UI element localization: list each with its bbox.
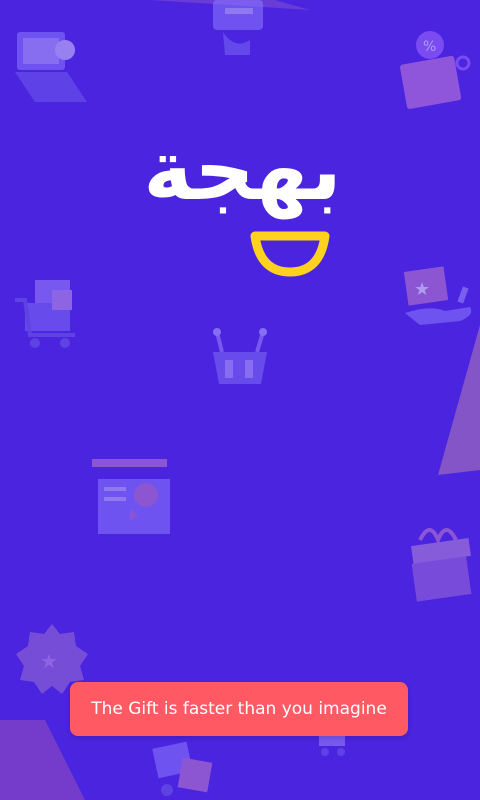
laptop-icon xyxy=(15,32,87,102)
tagline-toast: The Gift is faster than you imagine xyxy=(70,682,408,736)
splash-screen: % ★ ★ بهجة The Gift is faster than you i… xyxy=(0,0,480,800)
logo-text: بهجة xyxy=(143,121,342,219)
shopping-cart-icon xyxy=(15,280,75,348)
svg-text:%: % xyxy=(423,39,436,55)
delivery-icon xyxy=(152,741,213,796)
web-shop-icon xyxy=(92,459,170,534)
gift-card-hand-icon: ★ xyxy=(403,266,472,325)
app-logo: بهجة xyxy=(105,115,380,277)
svg-text:★: ★ xyxy=(414,279,430,300)
logo-smile-icon xyxy=(250,231,330,277)
discount-tag-icon: % xyxy=(400,31,471,109)
tagline-text: The Gift is faster than you imagine xyxy=(91,699,387,719)
shopping-basket-icon xyxy=(213,328,267,384)
card-payment-icon xyxy=(213,0,263,55)
gift-box-icon xyxy=(411,528,472,602)
svg-text:★: ★ xyxy=(40,649,58,673)
